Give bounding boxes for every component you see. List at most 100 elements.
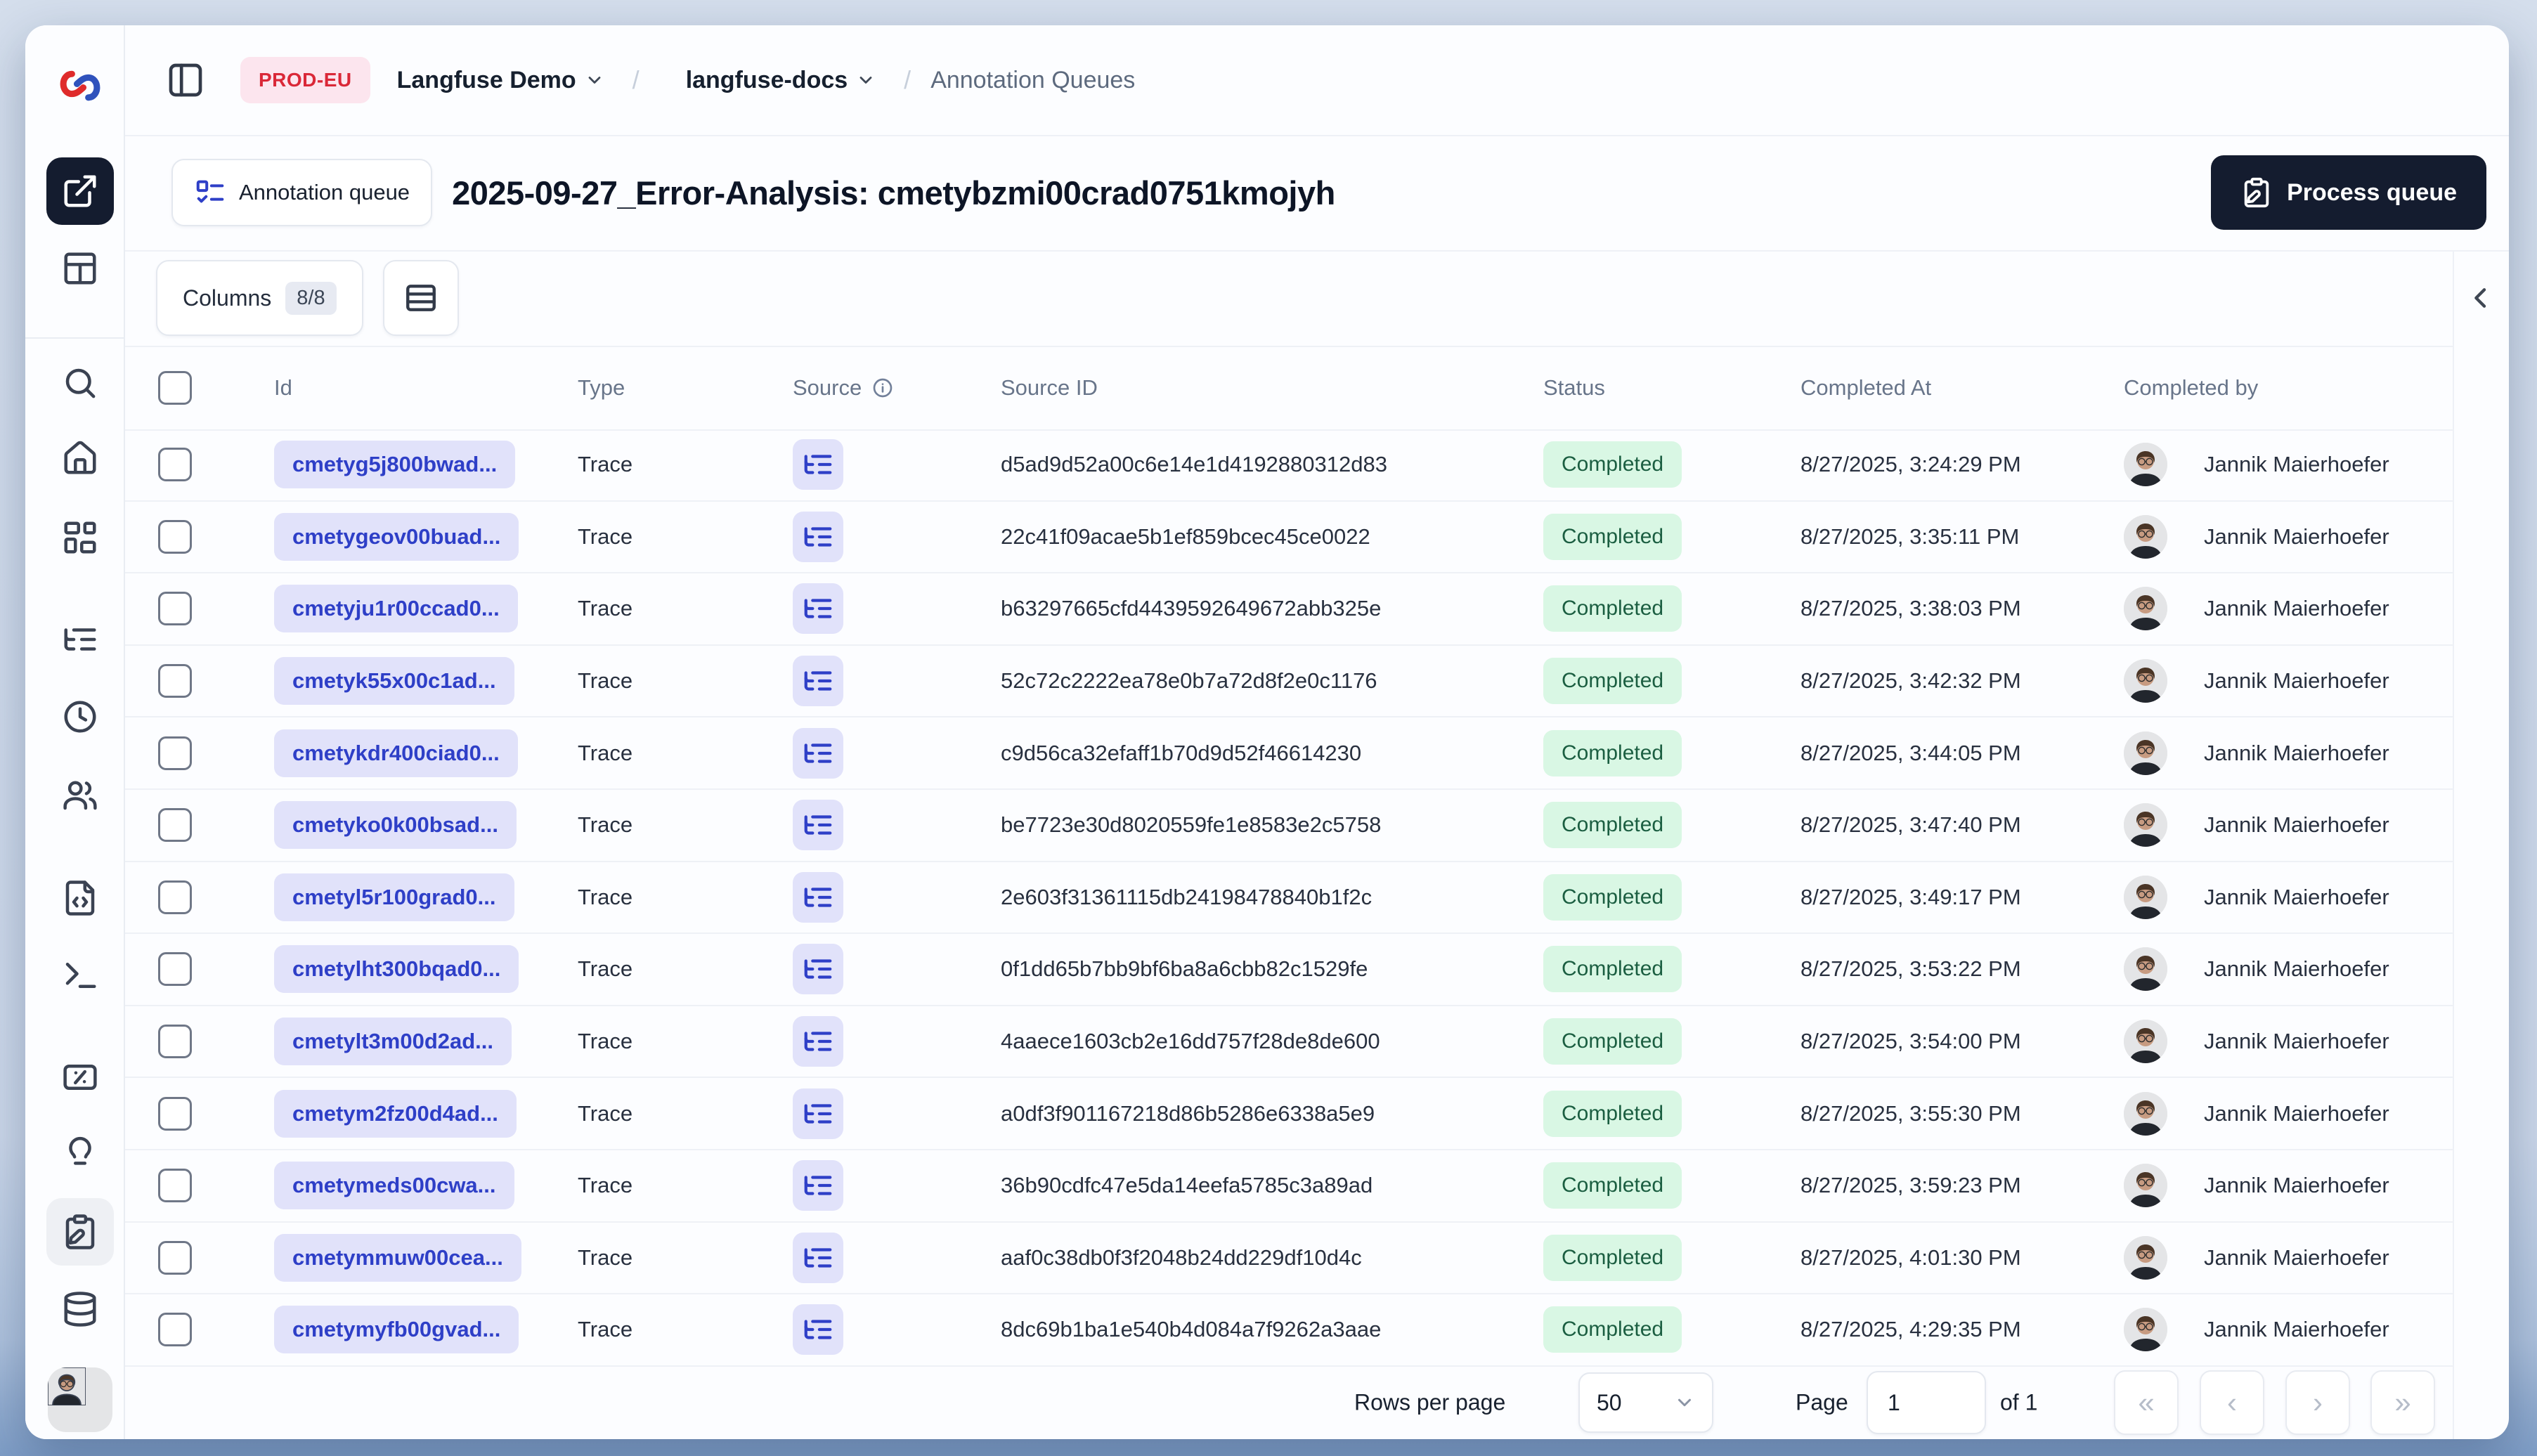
- annotation-queues-icon[interactable]: [46, 1198, 114, 1266]
- item-id-badge[interactable]: cmetyko0k00bsad...: [274, 801, 517, 850]
- annotation-queue-type-badge[interactable]: Annotation queue: [171, 159, 433, 226]
- breadcrumb-org[interactable]: Langfuse Demo: [397, 67, 576, 94]
- column-header-type[interactable]: Type: [578, 375, 625, 401]
- columns-button[interactable]: Columns 8/8: [156, 260, 363, 336]
- item-id-badge[interactable]: cmetyk55x00c1ad...: [274, 657, 514, 706]
- playground-terminal-icon[interactable]: [46, 942, 114, 1009]
- item-id-badge[interactable]: cmetym2fz00d4ad...: [274, 1089, 517, 1138]
- select-all-checkbox[interactable]: [158, 370, 192, 405]
- row-checkbox[interactable]: [158, 880, 192, 914]
- table-row[interactable]: cmetyk55x00c1ad... Trace 52c72c2222ea78e…: [125, 646, 2453, 718]
- trace-source-icon[interactable]: [793, 583, 843, 635]
- users-icon[interactable]: [46, 762, 114, 829]
- next-page-button[interactable]: ›: [2285, 1370, 2350, 1435]
- row-checkbox[interactable]: [158, 1313, 192, 1347]
- collapse-panel-button[interactable]: [2465, 282, 2496, 313]
- trace-source-icon[interactable]: [793, 944, 843, 995]
- rows-per-page-select[interactable]: 50: [1578, 1372, 1713, 1433]
- last-page-button[interactable]: »: [2370, 1370, 2435, 1435]
- prompts-file-code-icon[interactable]: [46, 864, 114, 932]
- column-header-id[interactable]: Id: [274, 375, 292, 401]
- item-type: Trace: [578, 1173, 633, 1198]
- sidebar-toggle-icon[interactable]: [160, 55, 211, 105]
- chevron-down-icon[interactable]: [585, 70, 604, 90]
- open-external-button[interactable]: [46, 157, 114, 225]
- row-checkbox[interactable]: [158, 1169, 192, 1203]
- status-badge: Completed: [1543, 802, 1682, 849]
- trace-source-icon[interactable]: [793, 511, 843, 562]
- page-number-input[interactable]: [1867, 1371, 1986, 1434]
- chevron-down-icon[interactable]: [856, 70, 876, 90]
- trace-source-icon[interactable]: [793, 871, 843, 923]
- row-checkbox[interactable]: [158, 1096, 192, 1131]
- table-row[interactable]: cmetyg5j800bwad... Trace d5ad9d52a00c6e1…: [125, 429, 2453, 502]
- tracing-icon[interactable]: [46, 606, 114, 673]
- environment-badge[interactable]: PROD-EU: [240, 57, 370, 103]
- trace-source-icon[interactable]: [793, 1232, 843, 1283]
- table-row[interactable]: cmetymeds00cwa... Trace 36b90cdfc47e5da1…: [125, 1150, 2453, 1223]
- table-row[interactable]: cmetym2fz00d4ad... Trace a0df3f901167218…: [125, 1078, 2453, 1150]
- trace-source-icon[interactable]: [793, 1304, 843, 1356]
- trace-source-icon[interactable]: [793, 800, 843, 851]
- item-id-badge[interactable]: cmetyg5j800bwad...: [274, 441, 516, 489]
- column-header-completed-by[interactable]: Completed by: [2124, 375, 2258, 401]
- table-row[interactable]: cmetymmuw00cea... Trace aaf0c38db0f3f204…: [125, 1223, 2453, 1295]
- row-checkbox[interactable]: [158, 952, 192, 987]
- table-row[interactable]: cmetyju1r00ccad0... Trace b63297665cfd44…: [125, 573, 2453, 646]
- first-page-button[interactable]: «: [2114, 1370, 2179, 1435]
- trace-source-icon[interactable]: [793, 656, 843, 707]
- item-id-badge[interactable]: cmetymmuw00cea...: [274, 1233, 521, 1282]
- trace-source-icon[interactable]: [793, 1088, 843, 1139]
- row-checkbox[interactable]: [158, 1025, 192, 1059]
- table-row[interactable]: cmetykdr400ciad0... Trace c9d56ca32efaff…: [125, 717, 2453, 790]
- home-icon[interactable]: [46, 424, 114, 492]
- dashboards-icon[interactable]: [46, 504, 114, 571]
- search-icon[interactable]: [46, 349, 114, 417]
- row-checkbox[interactable]: [158, 592, 192, 626]
- trace-source-icon[interactable]: [793, 1016, 843, 1067]
- page-label: Page: [1796, 1389, 1848, 1415]
- prev-page-button[interactable]: ‹: [2200, 1370, 2264, 1435]
- user-avatar[interactable]: [46, 1366, 114, 1434]
- langfuse-logo: [46, 52, 114, 119]
- panel-divider: [2453, 250, 2454, 1439]
- item-id-badge[interactable]: cmetylt3m00d2ad...: [274, 1018, 512, 1066]
- item-id-badge[interactable]: cmetykdr400ciad0...: [274, 729, 518, 777]
- table-toolbar: Columns 8/8: [125, 250, 2453, 347]
- column-header-source[interactable]: Source: [793, 375, 894, 401]
- row-checkbox[interactable]: [158, 808, 192, 843]
- item-id-badge[interactable]: cmetyl5r100grad0...: [274, 873, 514, 921]
- row-checkbox[interactable]: [158, 736, 192, 770]
- item-id-badge[interactable]: cmetymeds00cwa...: [274, 1162, 514, 1210]
- row-checkbox[interactable]: [158, 448, 192, 482]
- info-icon[interactable]: [871, 377, 894, 399]
- item-id-badge[interactable]: cmetylht300bqad0...: [274, 945, 519, 994]
- trace-source-icon[interactable]: [793, 727, 843, 779]
- breadcrumb-project[interactable]: langfuse-docs: [686, 67, 848, 94]
- sessions-clock-icon[interactable]: [46, 683, 114, 750]
- row-checkbox[interactable]: [158, 1240, 192, 1275]
- table-view-icon[interactable]: [46, 235, 114, 302]
- row-height-button[interactable]: [382, 260, 459, 336]
- column-header-status[interactable]: Status: [1543, 375, 1605, 401]
- item-id-badge[interactable]: cmetymyfb00gvad...: [274, 1306, 519, 1354]
- table-row[interactable]: cmetymyfb00gvad... Trace 8dc69b1ba1e540b…: [125, 1294, 2453, 1367]
- column-header-source-id[interactable]: Source ID: [1001, 375, 1098, 401]
- item-id-badge[interactable]: cmetyju1r00ccad0...: [274, 585, 518, 633]
- table-row[interactable]: cmetygeov00buad... Trace 22c41f09acae5b1…: [125, 502, 2453, 574]
- process-queue-button[interactable]: Process queue: [2211, 155, 2486, 230]
- column-header-completed-at[interactable]: Completed At: [1800, 375, 1931, 401]
- trace-source-icon[interactable]: [793, 1160, 843, 1211]
- row-checkbox[interactable]: [158, 519, 192, 554]
- row-checkbox[interactable]: [158, 664, 192, 698]
- table-row[interactable]: cmetyl5r100grad0... Trace 2e603f31361115…: [125, 862, 2453, 935]
- source-id: 52c72c2222ea78e0b7a72d8f2e0c1176: [1001, 668, 1377, 694]
- trace-source-icon[interactable]: [793, 439, 843, 490]
- evaluation-percent-icon[interactable]: [46, 1044, 114, 1111]
- table-row[interactable]: cmetylt3m00d2ad... Trace 4aaece1603cb2e1…: [125, 1006, 2453, 1079]
- table-row[interactable]: cmetylht300bqad0... Trace 0f1dd65b7bb9bf…: [125, 934, 2453, 1006]
- datasets-database-icon[interactable]: [46, 1275, 114, 1343]
- item-id-badge[interactable]: cmetygeov00buad...: [274, 512, 519, 561]
- table-row[interactable]: cmetyko0k00bsad... Trace be7723e30d80205…: [125, 790, 2453, 862]
- insights-lightbulb-icon[interactable]: [46, 1121, 114, 1188]
